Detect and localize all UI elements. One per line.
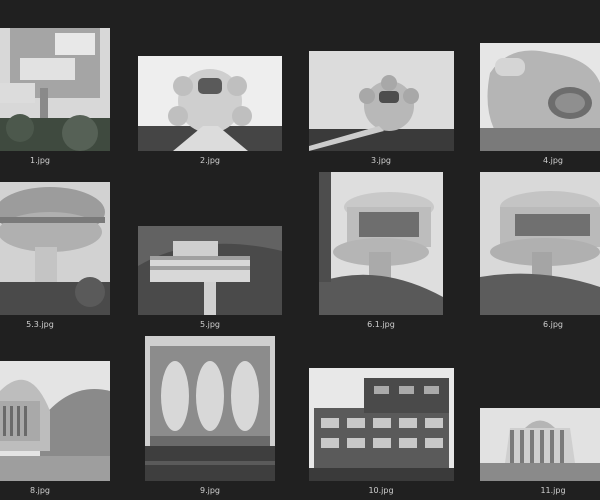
thumbnail-image-5[interactable]: [138, 226, 282, 315]
thumbnail-image-2[interactable]: [138, 56, 282, 151]
thumbnail-caption[interactable]: 11.jpg: [540, 486, 565, 495]
thumbnail-caption[interactable]: 9.jpg: [200, 486, 220, 495]
thumbnail-image-10[interactable]: [309, 368, 454, 481]
thumbnail-caption[interactable]: 6.1.jpg: [367, 320, 395, 329]
thumbnail-caption[interactable]: 5.jpg: [200, 320, 220, 329]
thumbnail-image-11[interactable]: [480, 408, 600, 481]
thumbnail-caption[interactable]: 8.jpg: [30, 486, 50, 495]
thumbnail-caption[interactable]: 10.jpg: [368, 486, 393, 495]
thumbnail-image-1[interactable]: [0, 28, 110, 151]
thumbnail-image-4[interactable]: [480, 43, 600, 151]
thumbnail-image-6[interactable]: [480, 172, 600, 315]
thumbnail-image-5-3[interactable]: [0, 182, 110, 315]
thumbnail-image-9[interactable]: [145, 336, 275, 481]
thumbnail-caption[interactable]: 5.3.jpg: [26, 320, 54, 329]
thumbnail-caption[interactable]: 2.jpg: [200, 156, 220, 165]
thumbnail-caption[interactable]: 4.jpg: [543, 156, 563, 165]
thumbnail-caption[interactable]: 1.jpg: [30, 156, 50, 165]
file-thumbnail-grid: 1.jpg 2.jpg 3.jpg 4.jpg 5.3.jpg 5.jpg 6.…: [0, 0, 600, 500]
thumbnail-caption[interactable]: 6.jpg: [543, 320, 563, 329]
thumbnail-image-3[interactable]: [309, 51, 454, 151]
thumbnail-image-8[interactable]: [0, 361, 110, 481]
thumbnail-caption[interactable]: 3.jpg: [371, 156, 391, 165]
thumbnail-image-6-1[interactable]: [319, 172, 443, 315]
